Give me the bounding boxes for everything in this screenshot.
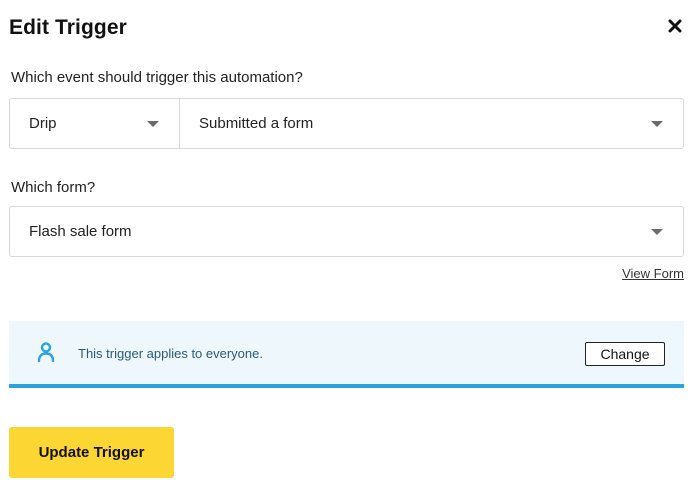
event-type-dropdown[interactable]: Submitted a form [180, 99, 683, 148]
audience-banner: This trigger applies to everyone. Change [9, 321, 684, 388]
form-dropdown[interactable]: Flash sale form [10, 207, 683, 256]
dialog-title: Edit Trigger [9, 16, 127, 39]
event-selector: Drip Submitted a form [9, 98, 684, 149]
form-question-label: Which form? [11, 179, 96, 196]
event-source-value: Drip [29, 115, 57, 132]
form-value: Flash sale form [29, 223, 132, 240]
event-question-label: Which event should trigger this automati… [11, 69, 303, 86]
event-type-value: Submitted a form [199, 115, 314, 132]
chevron-down-icon [651, 229, 663, 235]
chevron-down-icon [147, 121, 159, 127]
chevron-down-icon [651, 121, 663, 127]
change-audience-button[interactable]: Change [585, 342, 665, 366]
update-trigger-button[interactable]: Update Trigger [9, 427, 174, 478]
close-icon[interactable] [668, 19, 682, 33]
event-source-dropdown[interactable]: Drip [10, 99, 180, 148]
view-form-link[interactable]: View Form [622, 266, 684, 281]
person-icon [37, 342, 55, 362]
form-selector: Flash sale form [9, 206, 684, 257]
audience-text: This trigger applies to everyone. [78, 346, 263, 361]
